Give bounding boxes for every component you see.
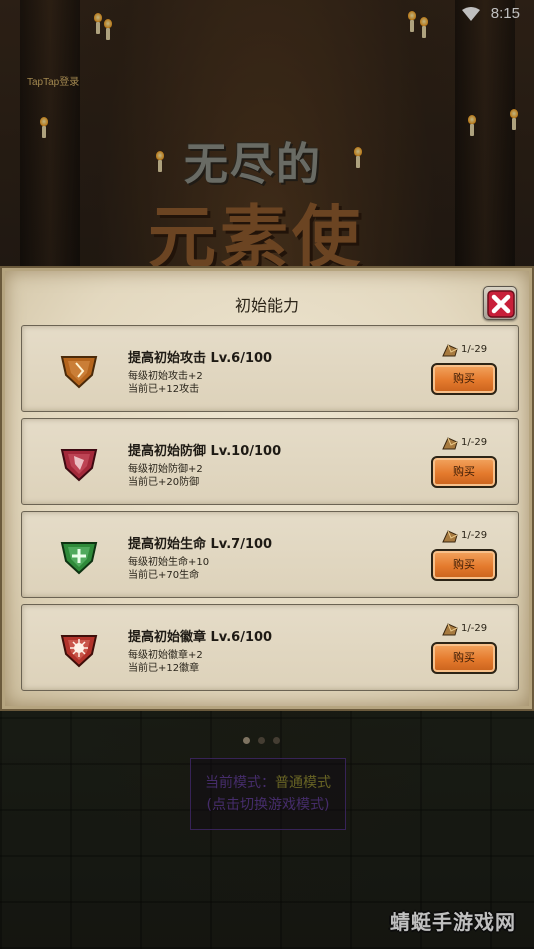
currency-icon (442, 344, 458, 357)
cost-text: 1/-29 (461, 344, 488, 355)
close-button[interactable] (483, 286, 517, 320)
badge-gem-icon (60, 635, 98, 668)
buy-button[interactable]: 购买 (431, 363, 497, 395)
ability-card-badge: 提高初始徽章 Lv.6/100 每级初始徽章+2 当前已+12徽章 1/-29 … (21, 604, 519, 691)
currency-icon (442, 530, 458, 543)
close-icon (487, 290, 515, 318)
initial-ability-dialog: 初始能力 提高初始攻击 Lv.6/100 每级初始攻击+2 当前已+12攻击 1… (2, 268, 532, 709)
dialog-title: 初始能力 (234, 296, 299, 315)
ability-card-defense: 提高初始防御 Lv.10/100 每级初始防御+2 当前已+20防御 1/-29… (21, 418, 519, 505)
ability-title: 提高初始徽章 Lv.6/100 (128, 630, 273, 645)
attack-gem-icon (60, 356, 98, 389)
ability-current: 当前已+12徽章 (128, 663, 200, 674)
defense-gem-icon (60, 449, 98, 482)
currency-icon (442, 623, 458, 636)
cost-text: 1/-29 (461, 623, 488, 634)
ability-current: 当前已+70生命 (128, 570, 200, 581)
cost-text: 1/-29 (461, 530, 488, 541)
ability-card-health: 提高初始生命 Lv.7/100 每级初始生命+10 当前已+70生命 1/-29… (21, 511, 519, 598)
ability-card-attack: 提高初始攻击 Lv.6/100 每级初始攻击+2 当前已+12攻击 1/-29 … (21, 325, 519, 412)
ability-title: 提高初始生命 Lv.7/100 (128, 537, 273, 552)
health-gem-icon (60, 542, 98, 575)
buy-button[interactable]: 购买 (431, 549, 497, 581)
ability-title: 提高初始攻击 Lv.6/100 (128, 351, 273, 366)
ability-current: 当前已+20防御 (128, 477, 200, 488)
buy-button[interactable]: 购买 (431, 642, 497, 674)
currency-icon (442, 437, 458, 450)
ability-title: 提高初始防御 Lv.10/100 (128, 444, 282, 459)
cost-text: 1/-29 (461, 437, 488, 448)
ability-current: 当前已+12攻击 (128, 384, 200, 395)
buy-button[interactable]: 购买 (431, 456, 497, 488)
